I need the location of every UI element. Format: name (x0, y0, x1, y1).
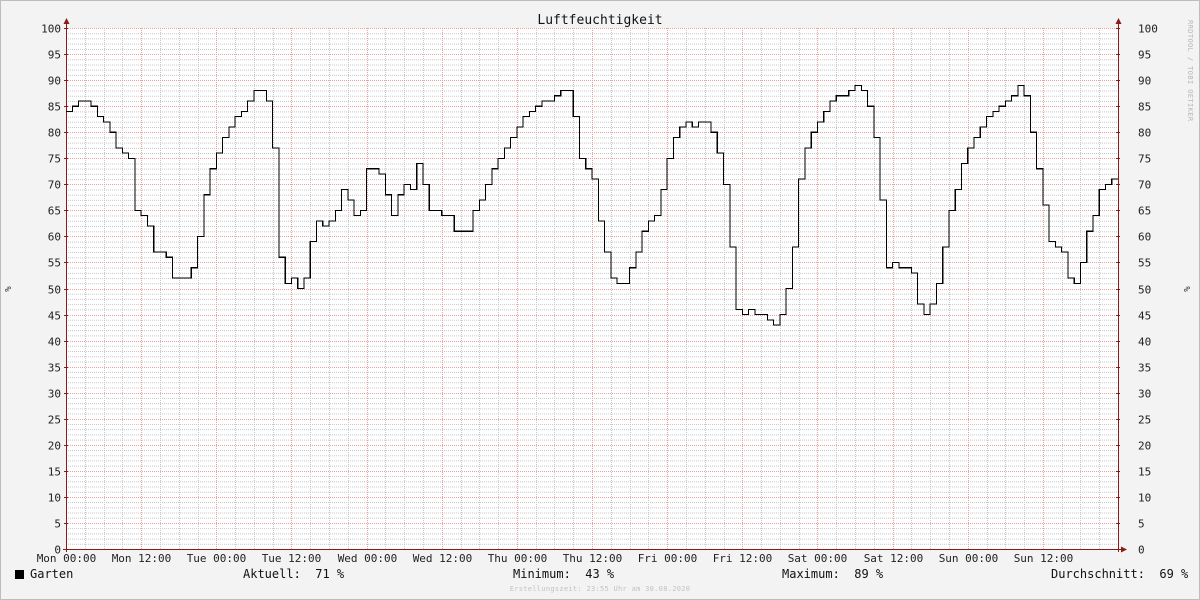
y-tick-label-left: 10 (48, 492, 61, 505)
x-tick-label: Sun 00:00 (939, 552, 999, 565)
y-tick-label-left: 50 (48, 284, 61, 297)
y-tick-label-left: 30 (48, 388, 61, 401)
y-tick-label-left: 45 (48, 310, 61, 323)
legend-current-value: 71 % (315, 567, 345, 581)
chart-svg: 0 05 510 1015 1520 2025 2530 3035 3540 4045 4550 50… (4, 13, 1193, 565)
y-tick-label-right: 15 (1138, 466, 1151, 479)
y-axis-arrow-left (63, 18, 70, 24)
legend-min-label: Minimum: (513, 567, 571, 581)
y-tick-label-right: 25 (1138, 414, 1151, 427)
y-tick-label-right: 95 (1138, 49, 1151, 62)
y-axis-arrow-right (1115, 18, 1122, 24)
x-axis-arrow (1121, 546, 1127, 553)
y-tick-label-right: 85 (1138, 101, 1151, 114)
y-tick-label-right: 80 (1138, 127, 1151, 140)
y-tick-label-right: 40 (1138, 336, 1151, 349)
y-tick-label-left: 65 (48, 205, 61, 218)
y-axis-label-left: % (4, 286, 14, 292)
legend-average: Durchschnitt: 69 % (1051, 567, 1188, 583)
y-tick-label-right: 0 (1138, 544, 1145, 557)
y-tick-label-left: 5 (54, 518, 61, 531)
legend-maximum: Maximum: 89 % (782, 567, 883, 583)
y-tick-label-left: 60 (48, 231, 61, 244)
rrdtool-watermark: RRDTOOL / TOBI OETIKER (1186, 20, 1194, 122)
y-tick-label-right: 35 (1138, 362, 1151, 375)
chart-stage: 0 0 5 5 10 10 15 15 20 20 25 25 30 30 35 35 40 40 45 45 50 50… (0, 0, 1200, 600)
x-tick-label: Sat 12:00 (864, 552, 924, 565)
y-tick-label-left: 15 (48, 466, 61, 479)
y-tick-label-left: 40 (48, 336, 61, 349)
y-tick-label-left: 95 (48, 49, 61, 62)
x-tick-label: Wed 00:00 (338, 552, 398, 565)
y-tick-label-left: 70 (48, 179, 61, 192)
y-tick-label-right: 65 (1138, 205, 1151, 218)
legend-current: Aktuell: 71 % (243, 567, 344, 583)
legend-max-label: Maximum: (782, 567, 840, 581)
x-tick-label: Thu 00:00 (488, 552, 548, 565)
y-tick-label-left: 90 (48, 75, 61, 88)
y-tick-label-right: 30 (1138, 388, 1151, 401)
y-tick-label-right: 60 (1138, 231, 1151, 244)
y-tick-label-right: 55 (1138, 257, 1151, 270)
creation-timestamp: Erstellungszeit: 23:55 Uhr am 30.08.2020 (509, 585, 691, 593)
legend-series-name: Garten (30, 567, 74, 581)
x-tick-label: Mon 00:00 (37, 552, 97, 565)
y-tick-label-left: 100 (41, 23, 61, 36)
x-tick-label: Wed 12:00 (413, 552, 473, 565)
legend-avg-label: Durchschnitt: (1051, 567, 1145, 581)
x-tick-label: Fri 12:00 (713, 552, 773, 565)
x-tick-label: Fri 00:00 (638, 552, 698, 565)
y-tick-label-left: 35 (48, 362, 61, 375)
y-tick-label-right: 45 (1138, 310, 1151, 323)
x-tick-label: Mon 12:00 (112, 552, 172, 565)
y-tick-label-left: 25 (48, 414, 61, 427)
legend-current-label: Aktuell: (243, 567, 301, 581)
legend-minimum: Minimum: 43 % (513, 567, 614, 583)
y-tick-label-right: 10 (1138, 492, 1151, 505)
y-tick-label-left: 75 (48, 153, 61, 166)
x-tick-label: Sat 00:00 (788, 552, 848, 565)
x-tick-label: Sun 12:00 (1014, 552, 1074, 565)
chart-title: Luftfeuchtigkeit (537, 13, 662, 28)
legend-max-value: 89 % (854, 567, 884, 581)
y-tick-label-right: 100 (1138, 23, 1158, 36)
y-tick-label-right: 5 (1138, 518, 1145, 531)
y-tick-label-right: 70 (1138, 179, 1151, 192)
y-axis-label-right: % (1183, 286, 1193, 292)
x-tick-label: Tue 00:00 (187, 552, 247, 565)
x-tick-label: Tue 12:00 (262, 552, 322, 565)
y-tick-label-right: 90 (1138, 75, 1151, 88)
x-tick-label: Thu 12:00 (563, 552, 623, 565)
grid-layer (66, 28, 1118, 549)
y-tick-label-right: 50 (1138, 284, 1151, 297)
legend-swatch-garten (15, 570, 24, 579)
y-tick-label-left: 20 (48, 440, 61, 453)
legend-min-value: 43 % (585, 567, 615, 581)
legend-avg-value: 69 % (1159, 567, 1189, 581)
y-tick-label-left: 55 (48, 257, 61, 270)
y-tick-label-right: 75 (1138, 153, 1151, 166)
y-tick-label-left: 85 (48, 101, 61, 114)
y-tick-label-left: 80 (48, 127, 61, 140)
y-tick-label-right: 20 (1138, 440, 1151, 453)
